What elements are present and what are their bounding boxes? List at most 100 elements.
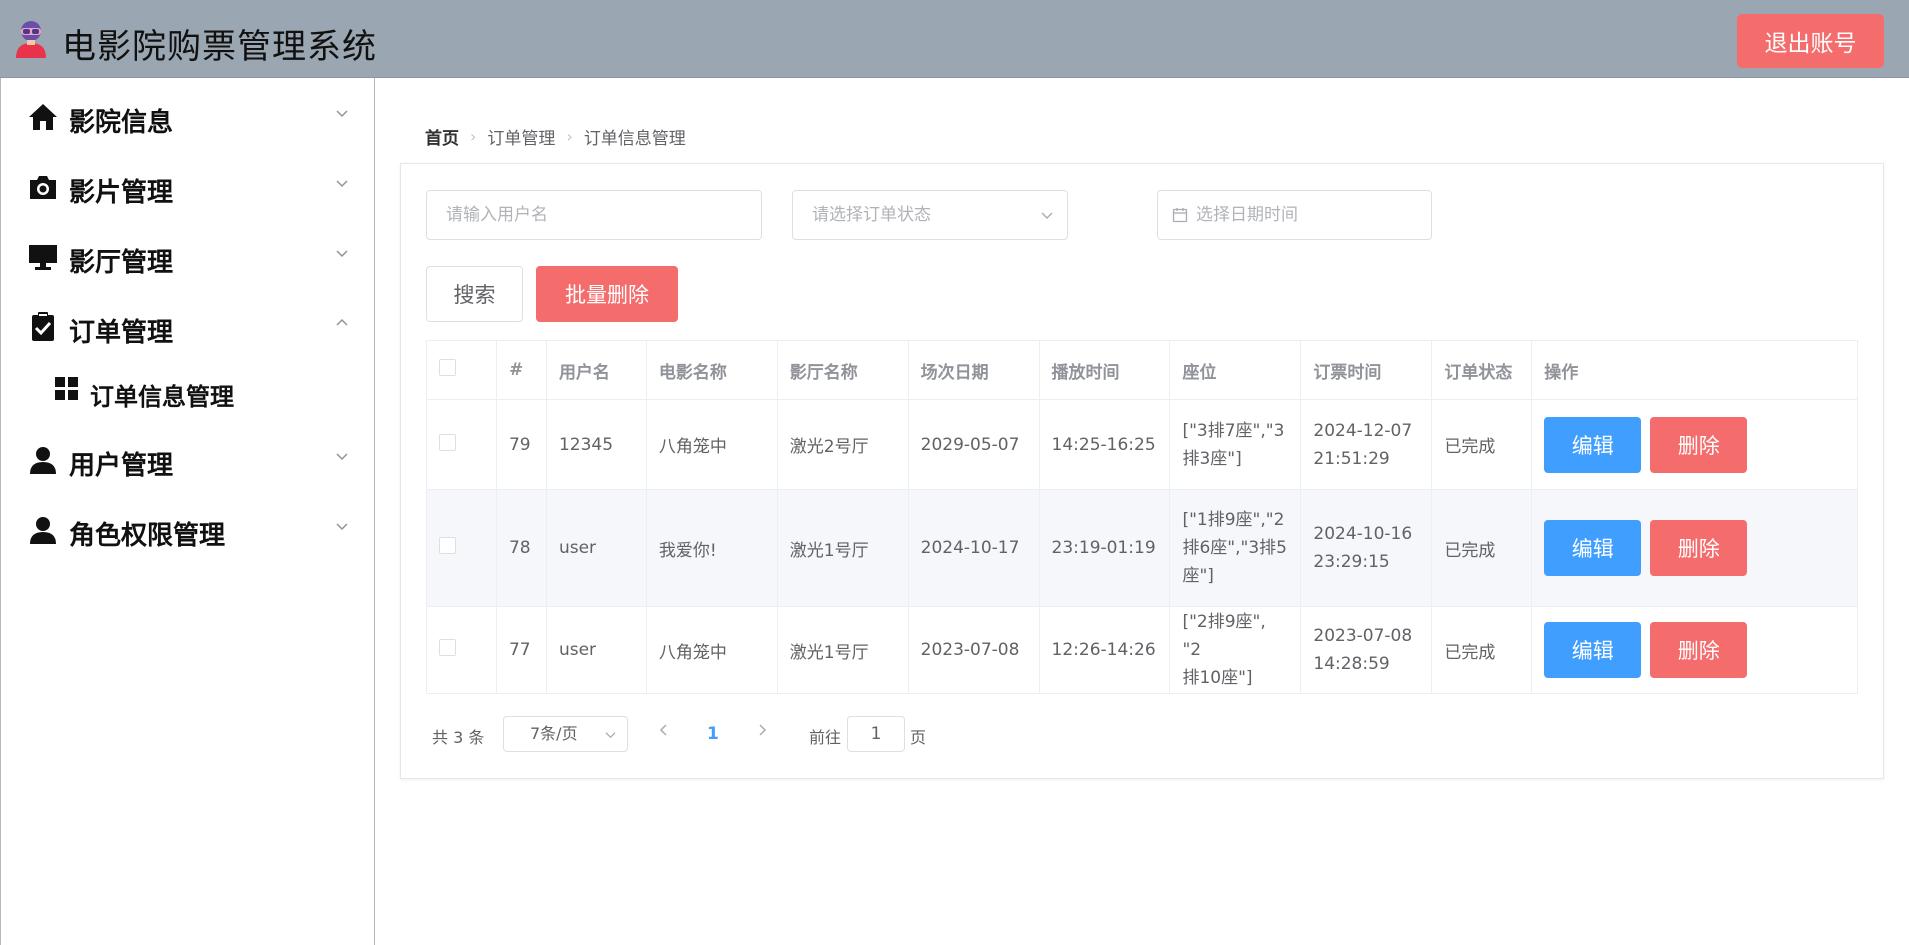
column-header: 场次日期 [907,340,1040,400]
edit-button[interactable]: 编辑 [1544,520,1642,576]
movie-cell: 八角笼中 [645,606,778,694]
row-select-cell [426,489,497,607]
seats-line: 排10座"] [1182,668,1253,688]
operation-cell: 编辑 删除 [1531,606,1858,694]
breadcrumb-home[interactable]: 首页 [425,124,459,149]
select-all-cell [426,340,497,400]
username-search-input[interactable]: 请输入用户名 [426,190,762,240]
batch-delete-button[interactable]: 批量删除 [536,266,678,322]
sidebar-subitem-label: 订单信息管理 [90,383,234,411]
chevron-down-icon [336,110,348,118]
status-cell: 已完成 [1431,606,1533,694]
logout-button[interactable]: 退出账号 [1737,14,1884,68]
sidebar-item-label: 影院信息 [69,108,174,138]
chevron-down-icon [1041,212,1053,219]
chevron-down-icon [605,732,616,739]
page-size-value: 7条/页 [530,724,578,743]
chevron-down-icon [336,180,348,188]
date-cell: 2024-10-17 [907,489,1040,607]
select-all-checkbox[interactable] [439,359,456,376]
page-size-select[interactable]: 7条/页 [503,716,628,752]
status-cell: 已完成 [1431,399,1533,490]
sidebar-item-label: 角色权限管理 [69,521,226,551]
column-header: # [495,340,547,400]
row-checkbox[interactable] [439,433,456,451]
sidebar-item-hall-management[interactable]: 影厅管理 [1,228,375,288]
edit-button[interactable]: 编辑 [1544,416,1642,473]
time-cell: 23:19-01:19 [1038,489,1171,607]
operation-cell: 编辑 删除 [1531,489,1858,607]
order-id: 78 [495,489,547,607]
prev-page-icon[interactable] [658,723,670,737]
chevron-down-icon [336,453,348,461]
current-page-number[interactable]: 1 [707,724,719,744]
column-header: 电影名称 [645,340,778,400]
sidebar-item-label: 订单管理 [69,318,174,348]
time-cell: 12:26-14:26 [1038,606,1171,694]
order-time-date: 2023-07-08 [1313,626,1413,646]
sidebar-subitem-order-info[interactable]: 订单信息管理 [1,366,375,416]
camera-icon [30,176,56,199]
sidebar-item-order-management[interactable]: 订单管理 [1,298,375,358]
sidebar-item-cinema-info[interactable]: 影院信息 [1,88,375,148]
username-cell: 12345 [545,399,647,490]
order-id: 77 [495,606,547,694]
sidebar-item-role-permission[interactable]: 角色权限管理 [1,501,375,561]
top-header: 电影院购票管理系统 退出账号 [0,0,1909,78]
sidebar-item-user-management[interactable]: 用户管理 [1,431,375,491]
order-table: # 用户名 电影名称 影厅名称 场次日期 播放时间 座位 订票时间 订单状态 操… [426,340,1858,694]
table-row: 78 user 我爱你! 激光1号厅 2024-10-17 23:19-01:1… [426,489,1858,607]
sidebar: 影院信息 影片管理 影厅管理 订单管理 订单信息管理 用户管理 角色权限管理 [0,78,375,945]
user-icon [30,517,56,544]
edit-button[interactable]: 编辑 [1544,622,1642,678]
row-select-cell [426,606,497,694]
seats-line: ["1排9座","2 [1182,510,1285,530]
username-cell: user [545,606,647,694]
seats-cell: ["3排7座","3 排3座"] [1169,399,1302,490]
datetime-picker[interactable]: 选择日期时间 [1157,190,1432,240]
column-header: 播放时间 [1038,340,1171,400]
seats-cell: ["2排9座", "2 排10座"] [1169,606,1302,694]
hall-cell: 激光2号厅 [776,399,909,490]
column-header: 用户名 [545,340,647,400]
chevron-down-icon [336,523,348,531]
seats-line: 排3座"] [1182,448,1242,469]
column-header: 操作 [1531,340,1858,400]
goto-page-input[interactable]: 1 [847,716,905,752]
order-time-date: 2024-10-16 [1313,524,1413,544]
hall-cell: 激光1号厅 [776,606,909,694]
delete-button[interactable]: 删除 [1650,520,1748,576]
order-time-clock: 23:29:15 [1313,552,1390,572]
time-cell: 14:25-16:25 [1038,399,1171,490]
movie-cell: 八角笼中 [645,399,778,490]
row-checkbox[interactable] [439,639,456,656]
goto-prefix: 前往 [809,728,842,747]
calendar-icon [1172,208,1188,223]
delete-button[interactable]: 删除 [1650,622,1748,678]
seats-line: 排6座","3排5 [1182,538,1287,558]
date-cell: 2029-05-07 [907,399,1040,490]
status-placeholder: 请选择订单状态 [812,205,931,225]
movie-cell: 我爱你! [645,489,778,607]
breadcrumb: 首页 › 订单管理 › 订单信息管理 [425,124,686,149]
sidebar-item-label: 用户管理 [69,451,174,481]
search-button[interactable]: 搜索 [426,266,523,322]
username-cell: user [545,489,647,607]
next-page-icon[interactable] [756,723,768,737]
seats-cell: ["1排9座","2 排6座","3排5 座"] [1169,489,1302,607]
monitor-icon [29,245,57,270]
order-status-select[interactable]: 请选择订单状态 [792,190,1068,240]
table-row: 77 user 八角笼中 激光1号厅 2023-07-08 12:26-14:2… [426,606,1858,694]
sidebar-item-movie-management[interactable]: 影片管理 [1,158,375,218]
table-row: 79 12345 八角笼中 激光2号厅 2029-05-07 14:25-16:… [426,399,1858,490]
date-cell: 2023-07-08 [907,606,1040,694]
row-checkbox[interactable] [439,537,456,554]
operation-cell: 编辑 删除 [1531,399,1858,490]
column-header: 影厅名称 [776,340,909,400]
username-placeholder: 请输入用户名 [446,205,548,225]
order-time-clock: 14:28:59 [1313,654,1390,674]
delete-button[interactable]: 删除 [1650,416,1748,473]
grid-icon [55,377,78,400]
breadcrumb-separator-icon: › [470,127,477,146]
chevron-up-icon [336,318,348,326]
